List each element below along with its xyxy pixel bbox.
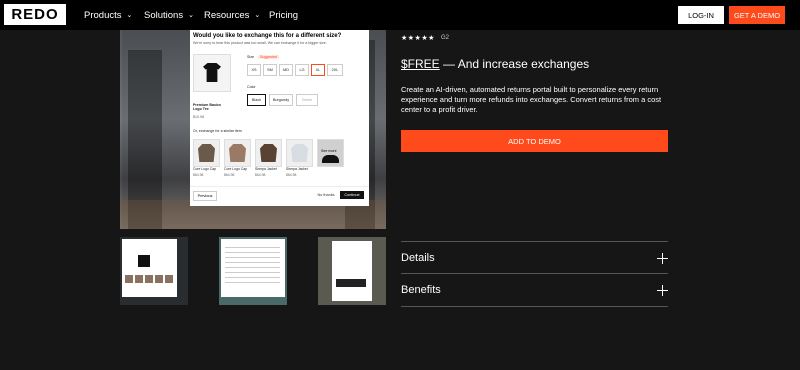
jacket-icon	[229, 144, 246, 162]
get-demo-button[interactable]: GET A DEMO	[729, 6, 785, 24]
similar-item-card[interactable]	[286, 139, 313, 167]
similar-items-label: Or, exchange for a similar item	[193, 129, 242, 133]
accordion-benefits[interactable]: Benefits	[401, 273, 668, 307]
color-label: Color	[247, 85, 256, 89]
color-option-black[interactable]: Black	[247, 94, 266, 106]
button-preview	[336, 279, 366, 287]
similar-item-card[interactable]	[193, 139, 220, 167]
no-thanks-button[interactable]: No thanks	[315, 191, 337, 199]
thumbnail-2[interactable]	[219, 237, 287, 305]
nav-item-products[interactable]: Products ⌄	[84, 0, 132, 30]
see-more-card[interactable]: See more	[317, 139, 344, 167]
product-price: $10.98	[193, 115, 204, 119]
rating-stars: ★★★★★	[401, 35, 435, 42]
nav-item-solutions[interactable]: Solutions ⌄	[144, 0, 194, 30]
size-option-lg[interactable]: LG	[295, 64, 309, 76]
nav-item-pricing[interactable]: Pricing	[269, 0, 298, 30]
g2-logo: G2	[441, 35, 450, 41]
size-option-2xl[interactable]: 2XL	[327, 64, 343, 76]
modal-subtitle: We're sorry to hear this product was too…	[193, 41, 327, 45]
product-row-preview	[125, 275, 175, 283]
similar-item-name: Sherpa Jacket	[255, 167, 277, 171]
thumbnail-1[interactable]	[120, 237, 188, 305]
similar-item-name: Core Logo Cap	[224, 167, 247, 171]
nav-item-resources[interactable]: Resources ⌄	[204, 0, 260, 30]
list-preview	[225, 247, 280, 287]
chevron-down-icon: ⌄	[254, 12, 261, 19]
jacket-icon	[291, 144, 308, 162]
tshirt-icon	[138, 255, 150, 267]
chevron-down-icon: ⌄	[126, 12, 133, 19]
previous-button[interactable]: Previous	[193, 191, 217, 201]
accordion-details[interactable]: Details	[401, 241, 668, 274]
accordion-label: Benefits	[401, 284, 441, 296]
tshirt-icon	[203, 63, 221, 82]
continue-button[interactable]: Continue	[340, 191, 364, 199]
price-free-label: $FREE	[401, 57, 440, 71]
similar-item-price: $64.98	[193, 173, 204, 177]
similar-item-card[interactable]	[224, 139, 251, 167]
nav-item-label: Products	[84, 9, 122, 21]
thumbnail-preview	[122, 239, 177, 297]
nav-item-label: Pricing	[269, 9, 299, 21]
chevron-down-icon: ⌄	[188, 12, 194, 19]
jacket-icon	[198, 144, 215, 162]
similar-item-price: $64.98	[224, 173, 235, 177]
redo-logo[interactable]: REDO	[4, 4, 66, 25]
size-option-xs[interactable]: XS	[247, 64, 261, 76]
similar-item-price: $64.98	[286, 173, 297, 177]
see-more-label: See more	[321, 149, 337, 153]
login-button[interactable]: LOG-IN	[678, 6, 724, 24]
color-option-burgundy[interactable]: Burgundy	[269, 94, 293, 106]
nav-item-label: Resources	[204, 9, 250, 21]
price-headline: $FREE — And increase exchanges	[401, 57, 589, 71]
cap-icon	[322, 155, 339, 163]
similar-item-price: $64.98	[255, 173, 266, 177]
plus-icon	[657, 252, 668, 264]
accordion-label: Details	[401, 252, 435, 264]
top-nav: REDO Products ⌄ Solutions ⌄ Resources ⌄ Pri…	[0, 0, 800, 30]
tee-product-image	[193, 54, 231, 92]
price-tagline: — And increase exchanges	[439, 57, 590, 71]
jacket-icon	[260, 144, 277, 162]
similar-item-card[interactable]	[255, 139, 282, 167]
thumbnail-3[interactable]	[318, 237, 386, 305]
exchange-modal-mockup: Would you like to exchange this for a di…	[190, 30, 369, 206]
suggested-badge: Suggested	[258, 55, 280, 59]
size-option-md[interactable]: MD	[279, 64, 293, 76]
size-label: Size	[247, 55, 254, 59]
similar-item-name: Core Logo Cap	[193, 167, 216, 171]
similar-item-name: Sherpa Jacket	[286, 167, 308, 171]
plus-icon	[657, 284, 668, 296]
modal-divider	[190, 186, 369, 187]
thumbnail-preview	[332, 241, 372, 301]
size-option-xl[interactable]: XL	[311, 64, 325, 76]
product-description: Create an AI-driven, automated returns p…	[401, 85, 662, 114]
modal-title: Would you like to exchange this for a di…	[193, 33, 342, 39]
nav-item-label: Solutions	[144, 9, 184, 21]
product-name: Premium Basics Logo Tee	[193, 103, 221, 111]
color-option-green[interactable]: Green	[296, 94, 318, 106]
add-to-demo-button[interactable]: ADD TO DEMO	[401, 130, 668, 152]
size-option-sm[interactable]: SM	[263, 64, 277, 76]
